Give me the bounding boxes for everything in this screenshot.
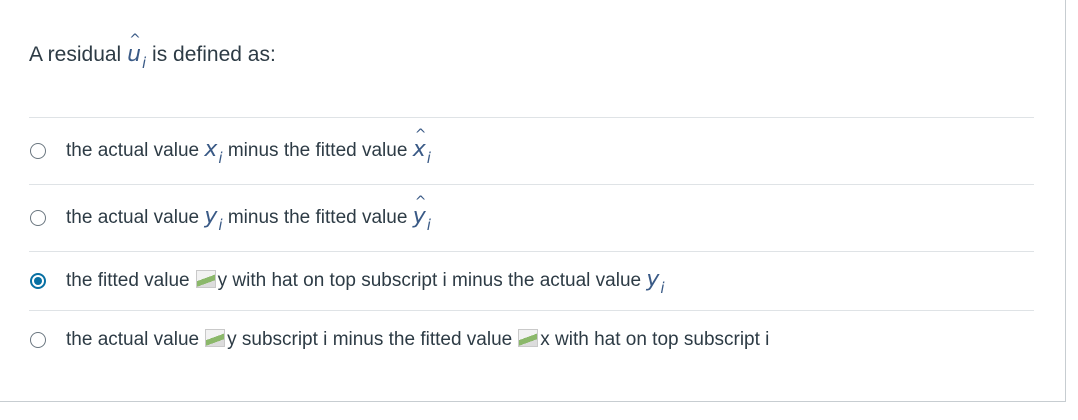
broken-image-icon xyxy=(518,329,539,347)
radio-button-selected[interactable] xyxy=(30,273,46,289)
question-prefix: A residual xyxy=(29,43,122,66)
quiz-question-card: A residual ^ ui is defined as: the actual… xyxy=(0,0,1066,402)
answer-text: the actual value xi minus the fitted val… xyxy=(66,126,431,168)
actual-y-symbol: yi xyxy=(646,266,665,298)
image-alt-text: x with hat on top subscript i xyxy=(540,329,770,350)
answer-option-2[interactable]: the actual value yi minus the fitted val… xyxy=(29,184,1034,251)
hat-accent: ^ xyxy=(129,32,141,48)
question-suffix: is defined as: xyxy=(152,43,276,66)
answer-option-4[interactable]: the actual value y subscript i minus the … xyxy=(29,310,1034,369)
fitted-x-symbol: ^ xi xyxy=(412,126,431,168)
broken-image-icon xyxy=(195,269,216,288)
answer-option-1[interactable]: the actual value xi minus the fitted val… xyxy=(29,117,1034,184)
fitted-y-symbol: ^ yi xyxy=(412,193,431,235)
answer-text: the fitted value y with hat on top subscr… xyxy=(66,266,665,298)
residual-symbol: ^ ui xyxy=(127,32,147,73)
image-alt-text: y with hat on top subscript i xyxy=(217,269,447,291)
answer-list: the actual value xi minus the fitted val… xyxy=(29,117,1034,369)
radio-button[interactable] xyxy=(30,332,46,348)
question-text: A residual ^ ui is defined as: xyxy=(29,32,276,73)
answer-option-3[interactable]: the fitted value y with hat on top subscr… xyxy=(29,251,1034,310)
broken-image-icon xyxy=(205,329,226,347)
answer-text: the actual value yi minus the fitted val… xyxy=(66,193,431,235)
image-alt-text: y subscript i xyxy=(227,329,328,350)
actual-x-symbol: xi xyxy=(204,136,223,168)
radio-button[interactable] xyxy=(30,143,46,159)
answer-text: the actual value y subscript i minus the … xyxy=(66,329,770,350)
actual-y-symbol: yi xyxy=(204,203,223,235)
radio-button[interactable] xyxy=(30,210,46,226)
